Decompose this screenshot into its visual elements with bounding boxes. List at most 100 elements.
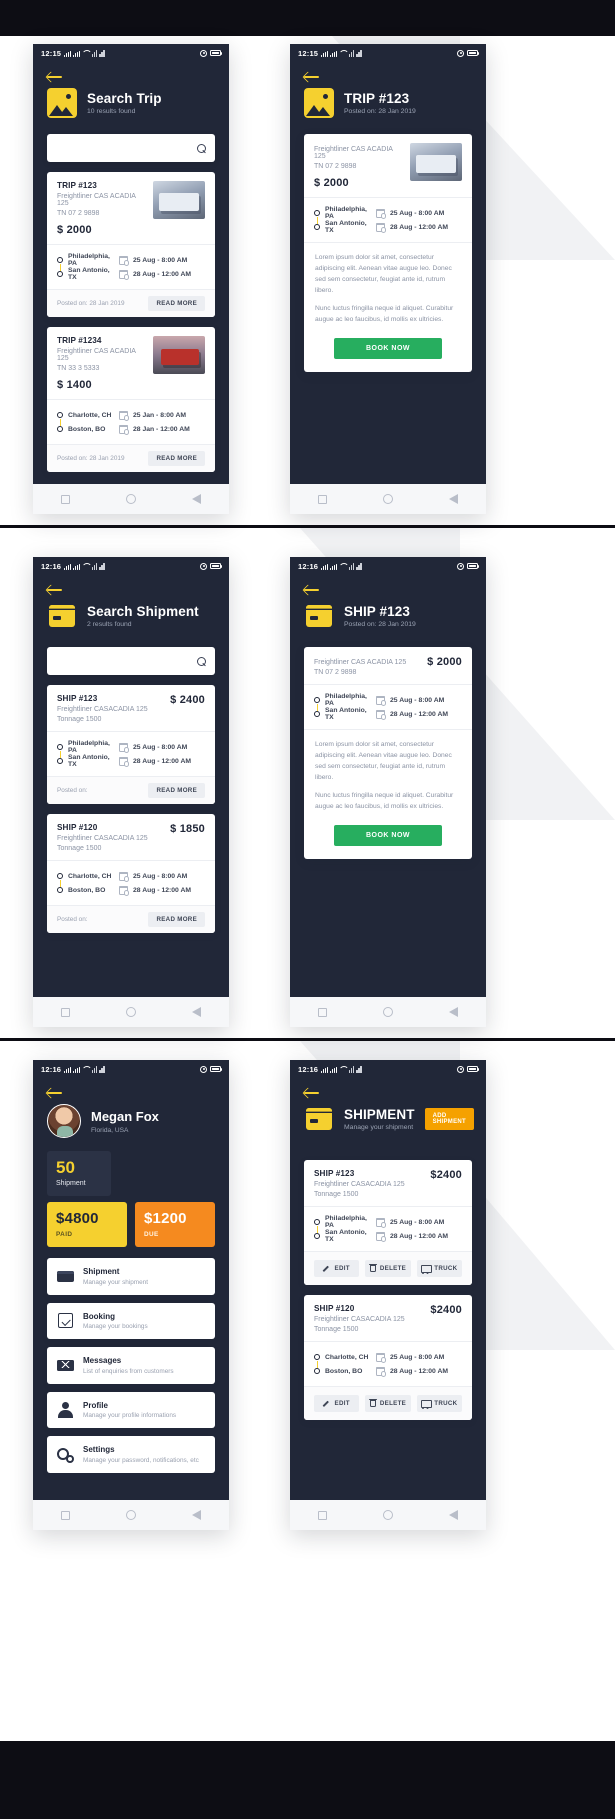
- table-row[interactable]: SHIP #123 Freightliner CASACADIA 125 Ton…: [304, 1160, 472, 1285]
- battery-icon: [210, 563, 223, 569]
- shipment-manage-list: SHIP #123 Freightliner CASACADIA 125 Ton…: [290, 1150, 486, 1420]
- search-input[interactable]: [47, 134, 215, 162]
- signal-bars-2-icon: [73, 563, 80, 570]
- back-button[interactable]: [33, 62, 229, 84]
- description-paragraph-2: Nunc luctus fringilla neque id aliquet. …: [315, 305, 454, 324]
- destination-city: San Antonio, TX: [68, 267, 110, 281]
- status-bar: 12:15: [290, 44, 486, 62]
- read-more-button[interactable]: READ MORE: [148, 296, 205, 311]
- trash-icon: [369, 1263, 378, 1272]
- recents-button[interactable]: [61, 1510, 70, 1520]
- due-tile[interactable]: $1200 DUE: [135, 1202, 215, 1247]
- add-shipment-button[interactable]: ADD SHIPMENT: [424, 1108, 474, 1130]
- book-now-button[interactable]: BOOK NOW: [334, 338, 442, 360]
- status-right: [200, 562, 223, 570]
- profile-menu: Shipment Manage your shipment Booking Ma…: [33, 1247, 229, 1473]
- trip-results-list: TRIP #123 Freightliner CAS ACADIA 125 TN…: [33, 162, 229, 472]
- back-nav-button[interactable]: [192, 1510, 201, 1520]
- home-button[interactable]: [383, 494, 393, 504]
- read-more-button[interactable]: READ MORE: [148, 783, 205, 798]
- status-bar: 12:16: [33, 557, 229, 575]
- menu-item-messages[interactable]: Messages List of enquiries from customer…: [47, 1347, 215, 1384]
- truck-icon: [421, 1265, 433, 1274]
- delete-button[interactable]: DELETE: [365, 1260, 411, 1277]
- truck-button[interactable]: TRUCK: [416, 1260, 462, 1277]
- recents-button[interactable]: [61, 494, 70, 504]
- route-info: Philadelphia, PA San Antonio, TX 25 Aug …: [304, 685, 472, 729]
- back-button[interactable]: [33, 575, 229, 597]
- back-button[interactable]: [33, 1078, 229, 1100]
- table-row[interactable]: SHIP #123 Freightliner CASACADIA 125 Ton…: [47, 685, 215, 804]
- signal-bars-2-icon: [330, 563, 337, 570]
- home-button[interactable]: [383, 1510, 393, 1520]
- truck-button[interactable]: TRUCK: [416, 1395, 462, 1412]
- destination-city: Boston, BO: [68, 425, 106, 433]
- arrive-time: 28 Aug - 12:00 AM: [133, 757, 192, 765]
- trip-price: $ 1400: [57, 379, 92, 391]
- wifi-icon: [339, 563, 347, 569]
- back-nav-button[interactable]: [449, 1007, 458, 1017]
- home-button[interactable]: [126, 1007, 136, 1017]
- search-icon[interactable]: [197, 656, 206, 666]
- menu-item-shipment[interactable]: Shipment Manage your shipment: [47, 1258, 215, 1295]
- ship-id: SHIP #123: [57, 694, 98, 703]
- table-row[interactable]: TRIP #123 Freightliner CAS ACADIA 125 TN…: [47, 172, 215, 317]
- paid-tile[interactable]: $4800 PAID: [47, 1202, 127, 1247]
- screen-trip-detail: 12:15 TRIP #123 Posted on: 28 Jan 2019 F…: [290, 44, 486, 514]
- back-nav-button[interactable]: [449, 1510, 458, 1520]
- home-button[interactable]: [126, 1510, 136, 1520]
- read-more-button[interactable]: READ MORE: [148, 912, 205, 927]
- menu-item-booking[interactable]: Booking Manage your bookings: [47, 1302, 215, 1339]
- route-info: Philadelphia, PA San Antonio, TX 25 Aug …: [47, 732, 215, 776]
- status-bar: 12:15: [33, 44, 229, 62]
- delete-button[interactable]: DELETE: [365, 1395, 411, 1412]
- map-pin-icon: [47, 88, 77, 118]
- menu-item-subtitle: List of enquiries from customers: [83, 1367, 174, 1375]
- arrow-left-icon: [304, 584, 319, 595]
- recents-button[interactable]: [318, 494, 327, 504]
- book-now-button[interactable]: BOOK NOW: [334, 825, 442, 847]
- calendar-icon: [376, 208, 386, 219]
- status-right: [200, 49, 223, 57]
- calendar-icon: [376, 1352, 386, 1363]
- calendar-icon: [119, 424, 129, 435]
- back-nav-button[interactable]: [192, 1007, 201, 1017]
- results-count: 10 results found: [87, 108, 136, 116]
- back-button[interactable]: [290, 1078, 486, 1100]
- box-icon: [304, 1104, 334, 1134]
- back-nav-button[interactable]: [192, 494, 201, 504]
- trip-id: TRIP #123: [57, 181, 97, 190]
- status-signal-icons: [321, 1065, 362, 1073]
- back-nav-button[interactable]: [449, 494, 458, 504]
- table-row[interactable]: TRIP #1234 Freightliner CAS ACADIA 125 T…: [47, 327, 215, 472]
- edit-button[interactable]: EDIT: [314, 1395, 360, 1412]
- home-button[interactable]: [126, 494, 136, 504]
- ship-id: SHIP #120: [57, 823, 98, 832]
- alarm-icon: [457, 562, 464, 570]
- alarm-icon: [457, 49, 464, 57]
- edit-button[interactable]: EDIT: [314, 1260, 360, 1277]
- back-button[interactable]: [290, 62, 486, 84]
- search-input[interactable]: [47, 647, 215, 675]
- recents-button[interactable]: [318, 1510, 327, 1520]
- table-row[interactable]: SHIP #120 Freightliner CASACADIA 125 Ton…: [47, 814, 215, 933]
- map-pin-icon: [304, 88, 334, 118]
- trip-price: $ 2000: [314, 177, 349, 189]
- back-button[interactable]: [290, 575, 486, 597]
- edit-label: EDIT: [334, 1400, 350, 1407]
- calendar-icon: [119, 885, 129, 896]
- menu-item-profile[interactable]: Profile Manage your profile informations: [47, 1391, 215, 1428]
- status-right: [457, 1065, 480, 1073]
- search-icon[interactable]: [197, 143, 206, 153]
- calendar-icon: [119, 269, 129, 280]
- table-row[interactable]: SHIP #120 Freightliner CASACADIA 125 Ton…: [304, 1295, 472, 1420]
- origin-city: Charlotte, CH: [68, 872, 112, 880]
- recents-button[interactable]: [61, 1007, 70, 1017]
- home-button[interactable]: [383, 1007, 393, 1017]
- recents-button[interactable]: [318, 1007, 327, 1017]
- posted-date: Posted on: 28 Jan 2019: [57, 455, 125, 462]
- menu-item-settings[interactable]: Settings Manage your password, notificat…: [47, 1436, 215, 1473]
- network-icon: [348, 49, 355, 57]
- read-more-button[interactable]: READ MORE: [148, 451, 205, 466]
- wifi-icon: [339, 1066, 347, 1072]
